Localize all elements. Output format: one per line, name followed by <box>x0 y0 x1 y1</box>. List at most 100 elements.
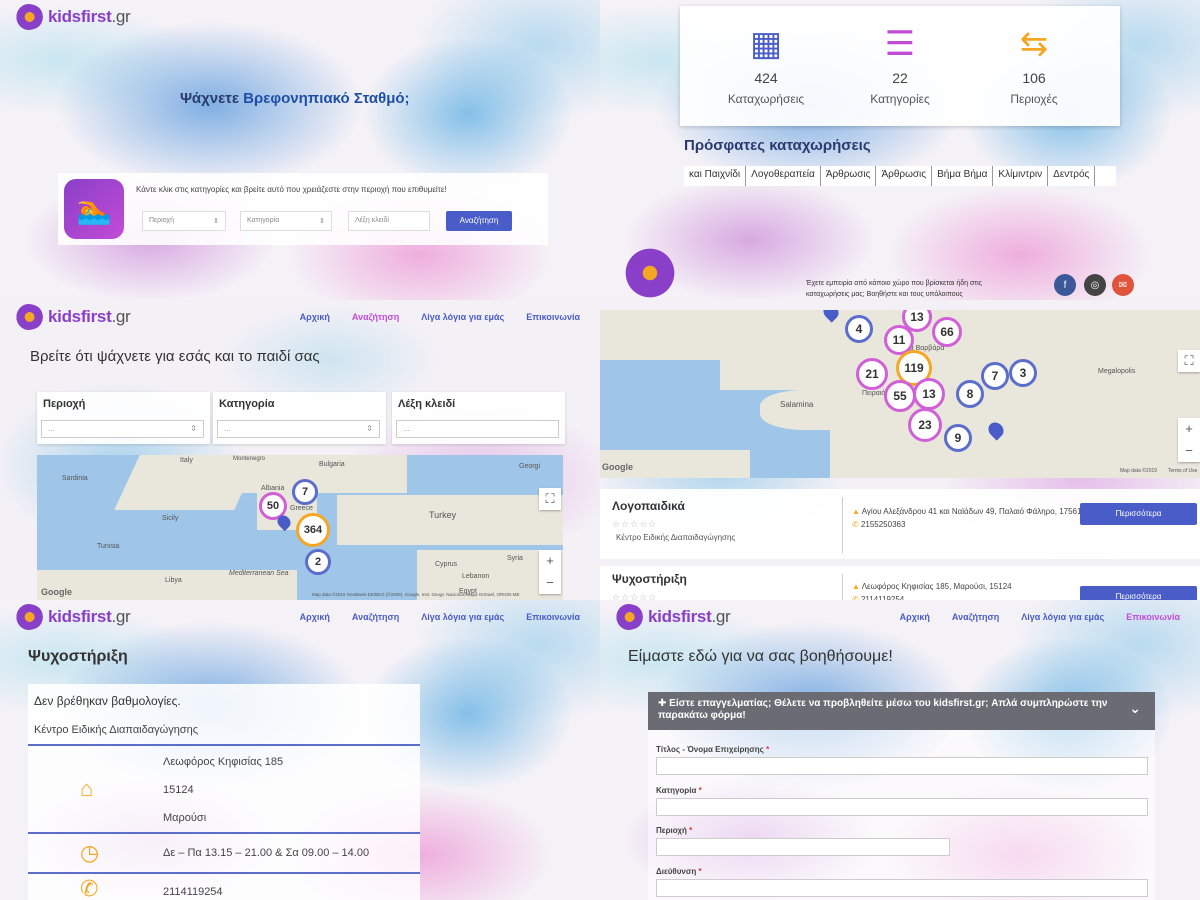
map-label: Tunisia <box>97 543 120 550</box>
recent-tag[interactable]: Λογοθεραπεία <box>746 166 821 186</box>
map-label: Italy <box>180 457 193 464</box>
listing-address: ▲ Αγίου Αλεξάνδρου 41 και Ναϊάδων 49, Πα… <box>852 507 1082 529</box>
map-cluster[interactable]: 2 <box>305 549 331 575</box>
nav-about[interactable]: Λίγα λόγια για εμάς <box>421 312 504 322</box>
map-cluster[interactable]: 9 <box>944 424 972 452</box>
area-input[interactable] <box>656 838 950 856</box>
field-label-address: Διεύθυνση * <box>656 867 702 876</box>
listing-address: ▲ Λεωφόρος Κηφισίας 185, Μαρούσι, 15124 ✆… <box>852 580 1082 600</box>
nav-home[interactable]: Αρχική <box>300 612 330 622</box>
map-label: Bulgaria <box>319 461 345 468</box>
business-name-input[interactable] <box>656 757 1148 775</box>
kid-logo-icon <box>612 604 644 630</box>
filter-area-select[interactable]: ... ⇕ <box>41 420 204 438</box>
brand-name: kidsfirst <box>48 7 112 26</box>
listing-phone: 2155250363 <box>860 520 906 529</box>
kid-logo-icon <box>12 604 44 630</box>
chevron-down-icon[interactable]: ⌄ <box>1129 701 1141 715</box>
page-title: Είμαστε εδώ για να σας βοηθήσουμε! <box>628 648 893 665</box>
zoom-in-icon[interactable]: + <box>1178 418 1200 440</box>
more-button[interactable]: Περισσότερα <box>1080 586 1197 600</box>
nav-home[interactable]: Αρχική <box>900 612 930 622</box>
map-cluster[interactable]: 23 <box>908 408 942 442</box>
map-cluster[interactable]: 8 <box>956 380 984 408</box>
category-input[interactable] <box>656 798 1148 816</box>
nav-contact[interactable]: Επικοινωνία <box>1126 612 1180 622</box>
fullscreen-icon[interactable]: ⛶ <box>539 488 561 510</box>
map-label: Turkey <box>429 510 457 520</box>
filter-category-select[interactable]: ... ⇕ <box>217 420 380 438</box>
filter-keyword-input[interactable]: ... <box>396 420 559 438</box>
recent-tag[interactable]: Βήμα Βήμα <box>932 166 994 186</box>
hero-question-prefix: Ψάχνετε <box>180 90 239 107</box>
zoom-in-icon[interactable]: + <box>539 550 561 572</box>
map-cluster[interactable]: 7 <box>981 362 1009 390</box>
nav-about[interactable]: Λίγα λόγια για εμάς <box>1021 612 1104 622</box>
map-cluster[interactable]: 364 <box>296 513 330 547</box>
brand-logo[interactable]: kidsfirst.gr <box>612 604 731 630</box>
map-cluster[interactable]: 3 <box>1009 359 1037 387</box>
facebook-icon[interactable]: f <box>1054 274 1076 296</box>
zoom-out-icon[interactable]: − <box>1178 440 1200 462</box>
brand-logo[interactable]: kidsfirst.gr <box>12 304 131 330</box>
recent-tag[interactable]: και Παιχνίδι <box>684 166 747 186</box>
zoom-controls[interactable]: + − <box>1178 418 1200 462</box>
recent-tag[interactable]: Άρθρωσις <box>821 166 877 186</box>
filter-keyword: Λέξη κλειδί ... <box>392 392 565 444</box>
recent-tag[interactable]: Δεντρός <box>1048 166 1096 186</box>
brand-logo[interactable]: kidsfirst.gr <box>12 4 131 30</box>
stat-listings-value: 424 <box>754 70 778 86</box>
map-cluster[interactable]: 13 <box>913 378 945 410</box>
nav-search[interactable]: Αναζήτηση <box>952 612 999 622</box>
recent-tag[interactable]: Άρθρωσις <box>876 166 933 186</box>
listing-name[interactable]: Λογοπαιδικά <box>612 499 685 513</box>
nav-contact[interactable]: Επικοινωνία <box>526 612 580 622</box>
zoom-out-icon[interactable]: − <box>539 572 561 594</box>
address-row: ⌂ Λεωφόρος Κηφισίας 185 15124 Μαρούσι <box>28 744 420 832</box>
panel-map-results: Salamina Πειραιάς Megalopolis Αγία Βαρβά… <box>600 300 1200 600</box>
main-nav: Αρχική Αναζήτηση Λίγα λόγια για εμάς Επι… <box>900 612 1180 622</box>
phone-number[interactable]: 2114119254 <box>163 886 223 898</box>
sliders-icon: ☰ <box>884 25 916 63</box>
filter-category: Κατηγορία ... ⇕ <box>213 392 386 444</box>
search-button[interactable]: Αναζήτηση <box>446 211 512 231</box>
map-terms-link[interactable]: Terms of Use <box>1168 468 1197 474</box>
map-label: Georgi <box>519 463 541 470</box>
nav-home[interactable]: Αρχική <box>300 312 330 322</box>
listing-name[interactable]: Ψυχοστήριξη <box>612 572 687 586</box>
category-select[interactable]: Κατηγορία ⇕ <box>240 211 332 231</box>
stat-areas-value: 106 <box>1022 70 1046 86</box>
brand-logo[interactable]: kidsfirst.gr <box>12 604 131 630</box>
instagram-icon[interactable]: ◎ <box>1084 274 1106 296</box>
zoom-controls[interactable]: + − <box>539 550 561 594</box>
kid-logo-icon <box>12 4 44 30</box>
recent-tag[interactable]: Κλίμιντριν <box>993 166 1049 186</box>
field-label-category: Κατηγορία * <box>656 786 702 795</box>
map-cluster[interactable]: 66 <box>932 317 962 347</box>
athens-map[interactable]: Salamina Πειραιάς Megalopolis Αγία Βαρβά… <box>600 310 1200 478</box>
listing-card[interactable]: Ψυχοστήριξη ☆☆☆☆☆ ▲ Λεωφόρος Κηφισίας 18… <box>600 566 1200 600</box>
search-card: 🏊 Κάντε κλικ στις κατηγορίες και βρείτε … <box>58 173 548 245</box>
fullscreen-icon[interactable]: ⛶ <box>1178 350 1200 372</box>
more-button[interactable]: Περισσότερα <box>1080 503 1197 525</box>
nav-search[interactable]: Αναζήτηση <box>352 612 399 622</box>
map-label: Syria <box>507 555 523 562</box>
nav-contact[interactable]: Επικοινωνία <box>526 312 580 322</box>
keyword-input[interactable]: Λέξη κλειδί <box>348 211 430 231</box>
divider <box>842 497 843 553</box>
nav-search[interactable]: Αναζήτηση <box>352 312 399 322</box>
phone-row: ✆ 2114119254 <box>28 872 420 900</box>
map-label: Greece <box>290 505 313 512</box>
listing-card[interactable]: Λογοπαιδικά ☆☆☆☆☆ Κέντρο Ειδικής Διαπαιδ… <box>600 489 1200 559</box>
email-icon[interactable]: ✉ <box>1112 274 1134 296</box>
map-cluster[interactable]: 7 <box>292 479 318 505</box>
map-cluster[interactable]: 4 <box>845 315 873 343</box>
address-input[interactable] <box>656 879 1148 897</box>
nav-about[interactable]: Λίγα λόγια για εμάς <box>421 612 504 622</box>
area-select[interactable]: Περιοχή ⇕ <box>142 211 226 231</box>
map-cluster[interactable]: 21 <box>856 358 888 390</box>
results-map[interactable]: Italy Bulgaria Greece Turkey Georgi Alba… <box>37 455 563 600</box>
map-cluster[interactable]: 55 <box>884 380 916 412</box>
map-label: Sardinia <box>62 475 88 482</box>
form-accordion-header[interactable]: ✚ Είστε επαγγελματίας; Θέλετε να προβληθ… <box>648 692 1155 730</box>
